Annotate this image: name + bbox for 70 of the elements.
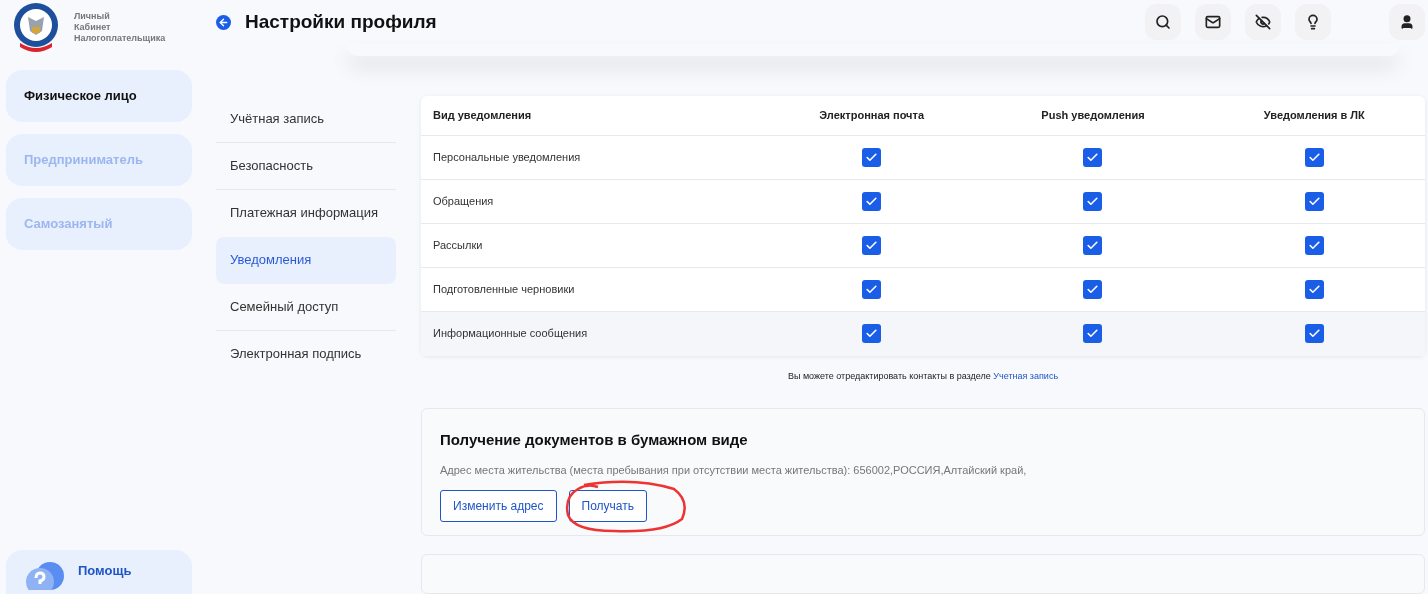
check-icon [1086,238,1100,252]
checkbox[interactable] [862,324,882,343]
checkbox[interactable] [1083,235,1103,255]
check-icon [1307,150,1321,164]
checkbox[interactable] [1304,235,1324,255]
column-header: Push уведомления [1040,107,1146,123]
section-title: Получение документов в бумажном виде [440,430,749,450]
checkbox[interactable] [862,235,882,255]
notification-type: Информационные сообщения [432,326,589,342]
check-icon [1086,194,1100,208]
checkbox[interactable] [1083,324,1103,343]
checkbox[interactable] [1304,147,1324,167]
user-icon [1399,14,1415,31]
settings-nav-item[interactable]: Электронная подпись [216,330,396,378]
checkbox[interactable] [1304,191,1324,211]
checkbox[interactable] [1304,324,1324,343]
settings-nav-item[interactable]: Безопасность [216,142,396,190]
search-icon [1155,14,1171,31]
check-icon [865,194,879,208]
address-text: Адрес места жительства (места пребывания при отсутствии места жительства): 656002,РОССИЯ,Алтайский край, [440,462,1028,478]
eye-off-button[interactable] [1245,4,1281,41]
check-icon [1086,150,1100,164]
settings-nav-item[interactable]: Учётная запись [216,95,396,143]
help-card[interactable]: Помощь [6,550,192,594]
page-title: Настройки профиля [245,9,437,34]
check-icon [865,327,879,340]
lightbulb-icon [1305,14,1321,31]
contacts-note: Вы можете отредактировать контакты в разделе Учетная запись [786,369,1060,383]
checkbox[interactable] [1304,279,1324,299]
checkbox[interactable] [862,279,882,299]
logo-text: Личный [74,10,111,22]
account-link[interactable]: Учетная запись [993,370,1059,381]
check-icon [1307,238,1321,252]
settings-nav-item[interactable]: Семейный доступ [216,283,396,331]
profile-button[interactable] [1389,4,1425,41]
check-icon [1086,327,1100,340]
envelope-icon [1205,14,1221,31]
logo-text: Кабинет [74,21,112,33]
check-icon [865,150,879,164]
check-icon [1307,282,1321,296]
column-header: Вид уведомления [432,107,533,123]
check-icon [1307,194,1321,208]
checkbox[interactable] [1083,191,1103,211]
check-icon [1307,327,1321,340]
outline-button[interactable]: Получать [568,490,647,522]
eye-off-icon [1255,14,1271,31]
logo-text: Налогоплательщика [74,32,166,44]
check-icon [865,282,879,296]
arrow-left-icon [218,16,229,28]
check-icon [1086,282,1100,296]
check-icon [865,238,879,252]
column-header: Уведомления в ЛК [1262,107,1366,123]
mail-button[interactable] [1195,4,1231,41]
lightbulb-button[interactable] [1295,4,1331,41]
outline-button[interactable]: Изменить адрес [440,490,557,522]
checkbox[interactable] [1083,279,1103,299]
notification-type: Обращения [432,193,495,209]
checkbox[interactable] [862,147,882,167]
help-label: Помощь [78,561,132,580]
notification-type: Рассылки [432,237,484,253]
notification-type: Подготовленные черновики [432,281,576,297]
notification-type: Персональные уведомления [432,149,582,165]
back-button[interactable] [216,14,231,30]
search-button[interactable] [1145,4,1181,41]
role-tab[interactable]: Физическое лицо [6,70,192,122]
column-header: Электронная почта [818,107,926,123]
checkbox[interactable] [1083,147,1103,167]
settings-nav-item[interactable]: Уведомления [216,236,396,284]
settings-nav-item[interactable]: Платежная информация [216,189,396,237]
checkbox[interactable] [862,191,882,211]
